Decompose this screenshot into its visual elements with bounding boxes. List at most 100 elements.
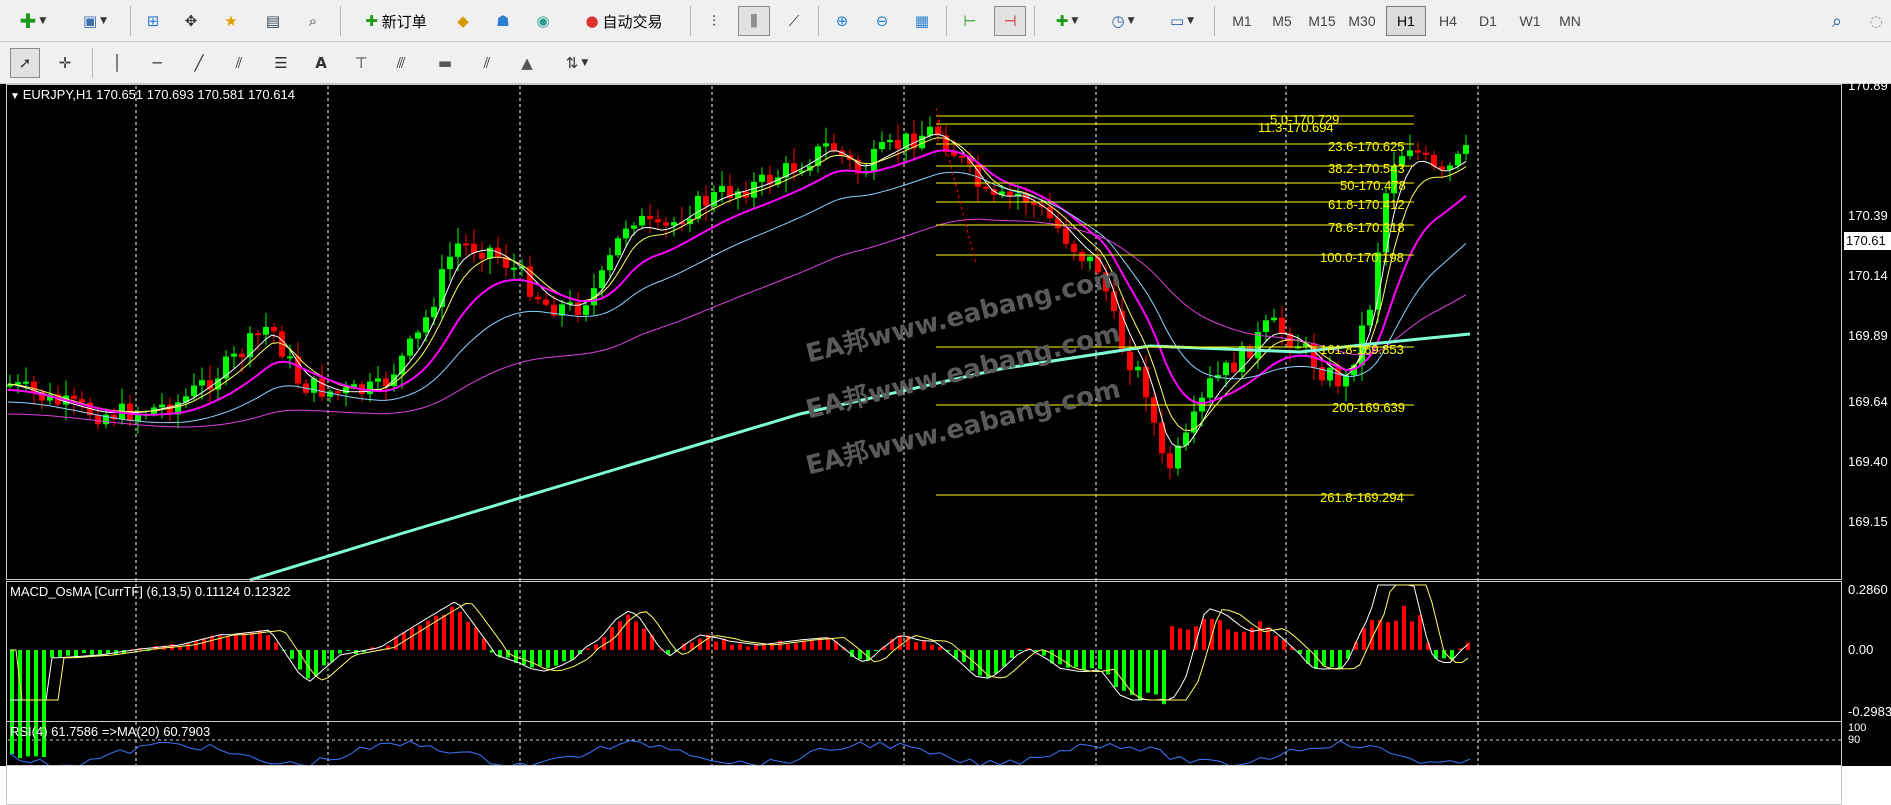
macd-axis-label: -0.2983 [1848,704,1891,719]
timeframe-d1[interactable]: D1 [1468,6,1508,36]
chart-shift-icon: ⊣ [1003,12,1017,30]
strategy-tester-button[interactable]: ⌕ [298,6,328,36]
search-icon: ⌕ [308,12,318,30]
fib-level-label: 261.8-169.294 [1320,490,1404,505]
new-order-button[interactable]: ✚ 新订单 [350,6,442,36]
metaeditor-button[interactable]: ◆ [448,6,478,36]
bar-chart-icon: ⫶ [712,12,716,30]
price-axis-label: 170.89 [1848,78,1888,93]
fan-button[interactable]: ⫻ [386,48,416,78]
separator [818,6,819,36]
separator [1034,6,1035,36]
signals-button[interactable]: ☗ [488,6,518,36]
candlestick-button[interactable]: ⫼ [738,6,770,36]
line-chart-icon: ⟋ [788,12,800,30]
timeframe-m1[interactable]: M1 [1222,6,1262,36]
separator [92,48,93,78]
template-icon: ▭ [1169,12,1185,30]
gann-fan-icon: ⫻ [396,54,406,72]
line-chart-button[interactable]: ⟋ [778,6,810,36]
market-watch-icon: ⊞ [146,12,160,30]
tile-windows-button[interactable]: ▦ [906,6,938,36]
timeframe-mn[interactable]: MN [1550,6,1590,36]
text-button[interactable]: A [306,48,336,78]
crosshair-button[interactable]: ✛ [50,48,80,78]
fib-level-label: 100.0-170.198 [1320,250,1404,265]
pitchfork-button[interactable]: ⫽ [472,48,502,78]
periods-button[interactable]: ◷ ▼ [1098,6,1148,36]
macd-header: MACD_OsMA [CurrTF] (6,13,5) 0.11124 0.12… [10,584,291,599]
chat-icon: ◌ [1869,12,1883,30]
indicators-icon: ✚ [1055,12,1069,30]
price-axis-label: 169.40 [1848,454,1888,469]
zoom-in-icon: ⊕ [835,12,849,30]
symbol-ohlc: EURJPY,H1 170.651 170.693 170.581 170.61… [22,87,295,102]
chevron-down-icon: ▼ [1071,16,1079,26]
market-button[interactable]: ◉ [528,6,558,36]
rsi-header: RSI(4) 61.7586 =>MA(20) 60.7903 [10,724,211,739]
equidistant-channel-button[interactable]: ⫽ [224,48,254,78]
timeframe-h1[interactable]: H1 [1386,6,1426,36]
market-watch-button[interactable]: ⊞ [138,6,168,36]
fib-level-label: 61.8-170.412 [1328,197,1405,212]
indicators-button[interactable]: ✚ ▼ [1042,6,1092,36]
favorites-button[interactable]: ★ [216,6,246,36]
pitchfork-icon: ⫽ [483,54,491,72]
separator [130,6,131,36]
rectangle-icon: ▬ [437,54,453,72]
chat-button[interactable]: ◌ [1862,6,1890,36]
current-price-marker: 170.61 [1844,232,1891,250]
horizontal-line-icon: ─ [152,54,162,72]
main-toolbar: ✚ ▼ ▣ ▼ ⊞ ✥ ★ ▤ ⌕ ✚ 新订单 ◆ ☗ ◉ ● 自动交易 ⫶ ⫼ ⟋ ⊕… [0,0,1891,42]
auto-trade-button[interactable]: ● 自动交易 [568,6,680,36]
symbol-header: ▼ EURJPY,H1 170.651 170.693 170.581 170.… [10,87,295,102]
chart-window[interactable]: ▼ EURJPY,H1 170.651 170.693 170.581 170.… [0,78,1891,805]
rectangle-button[interactable]: ▬ [430,48,460,78]
search-button[interactable]: ⌕ [1822,6,1852,36]
navigator-icon: ✥ [184,12,198,30]
profiles-icon: ▣ [82,12,98,30]
price-axis-label: 170.39 [1848,208,1888,223]
profiles-button[interactable]: ▣ ▼ [70,6,120,36]
fib-level-label: 200-169.639 [1332,400,1406,415]
timeframe-m30[interactable]: M30 [1342,6,1382,36]
timeframe-h4[interactable]: H4 [1428,6,1468,36]
new-chart-button[interactable]: ✚ ▼ [8,6,58,36]
auto-scroll-button[interactable]: ⊢ [954,6,986,36]
rsi-pane-border [6,721,1842,766]
gold-bar-icon: ◆ [457,12,469,30]
text-label-icon: ⊤ [354,54,368,72]
macd-axis-label: 0.00 [1848,642,1874,657]
terminal-button[interactable]: ▤ [258,6,288,36]
star-icon: ★ [224,12,238,30]
cursor-button[interactable]: ➚ [10,48,40,78]
price-axis-label: 169.15 [1848,514,1888,529]
timeframe-m5[interactable]: M5 [1262,6,1302,36]
separator [946,6,947,36]
timeframe-w1[interactable]: W1 [1510,6,1550,36]
macd-pane-border [6,581,1842,805]
zoom-in-button[interactable]: ⊕ [826,6,858,36]
chart-shift-button[interactable]: ⊣ [994,6,1026,36]
arrows-button[interactable]: ⇅ ▼ [552,48,602,78]
bar-chart-button[interactable]: ⫶ [698,6,730,36]
text-label-button[interactable]: ⊤ [346,48,376,78]
templates-button[interactable]: ▭ ▼ [1156,6,1208,36]
horizontal-line-button[interactable]: ─ [142,48,172,78]
chevron-down-icon: ▼ [39,16,47,26]
new-order-icon: ✚ [365,12,378,30]
fib-level-label: 78.6-170.318 [1328,220,1405,235]
crosshair-nav-button[interactable]: ✥ [176,6,206,36]
new-chart-icon: ✚ [19,9,37,33]
collapse-triangle-icon[interactable]: ▼ [10,91,23,102]
vertical-line-button[interactable]: │ [102,48,132,78]
zoom-out-button[interactable]: ⊖ [866,6,898,36]
fibonacci-button[interactable]: ☰ [266,48,296,78]
auto-trade-label: 自动交易 [602,12,663,31]
price-axis-label: 169.89 [1848,328,1888,343]
price-axis-label: 170.14 [1848,268,1888,283]
timeframe-m15[interactable]: M15 [1302,6,1342,36]
triangle-button[interactable]: ▲ [512,48,542,78]
channel-icon: ⫽ [235,54,243,72]
trendline-button[interactable]: ╱ [184,48,214,78]
